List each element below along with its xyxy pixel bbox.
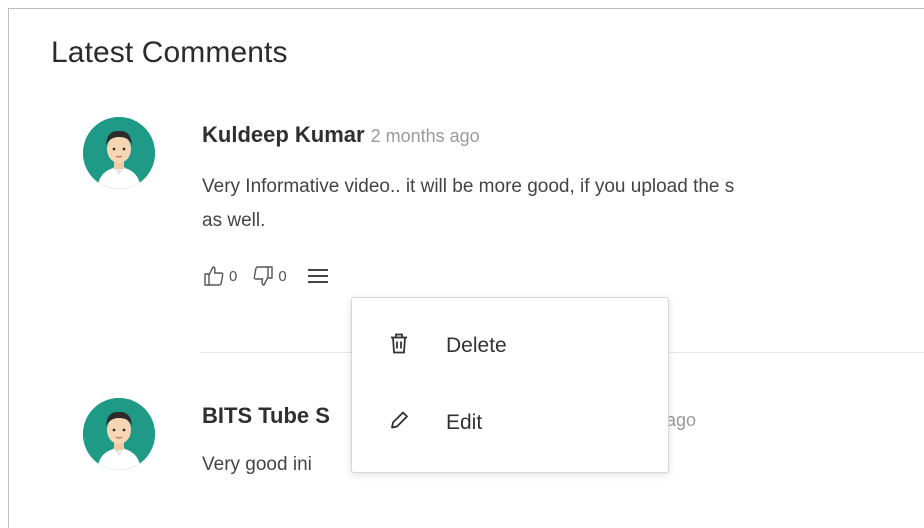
author-name[interactable]: BITS Tube S: [202, 403, 330, 428]
comment-text-line: Very Informative video.. it will be more…: [202, 176, 735, 197]
comment-menu-button[interactable]: [307, 266, 329, 286]
comment-text: Very Informative video.. it will be more…: [202, 170, 734, 238]
comment-time: 2 months ago: [370, 126, 480, 146]
like-count: 0: [229, 267, 238, 285]
thumbs-down-icon: [253, 266, 274, 286]
like-button[interactable]: 0: [202, 264, 251, 288]
dislike-button[interactable]: 0: [251, 264, 300, 288]
menu-item-delete[interactable]: Delete: [352, 316, 668, 376]
comment-author[interactable]: Kuldeep Kumar 2 months ago: [202, 122, 480, 148]
comment-author[interactable]: BITS Tube S: [202, 403, 330, 429]
comment-time: ago: [666, 410, 697, 430]
comment-text-line: as well.: [202, 210, 266, 231]
thumbs-up-icon: [204, 266, 224, 286]
avatar[interactable]: [83, 117, 155, 189]
dislike-count: 0: [278, 267, 287, 285]
menu-item-label: Edit: [446, 411, 483, 434]
comment-text-line: Very good ini: [202, 454, 312, 475]
hamburger-menu-icon: [307, 269, 328, 283]
comment-options-dropdown: Delete Edit: [351, 297, 669, 473]
avatar[interactable]: [83, 398, 155, 470]
pencil-icon: [388, 410, 410, 437]
comment-actions: 0 0: [202, 261, 329, 291]
section-title: Latest Comments: [51, 36, 288, 69]
comment-time-fragment: ago: [666, 406, 696, 432]
menu-item-label: Delete: [446, 334, 507, 357]
author-name[interactable]: Kuldeep Kumar: [202, 122, 365, 147]
comment-text: Very good ini: [202, 448, 312, 482]
menu-item-edit[interactable]: Edit: [352, 393, 668, 453]
trash-icon: [388, 332, 410, 361]
